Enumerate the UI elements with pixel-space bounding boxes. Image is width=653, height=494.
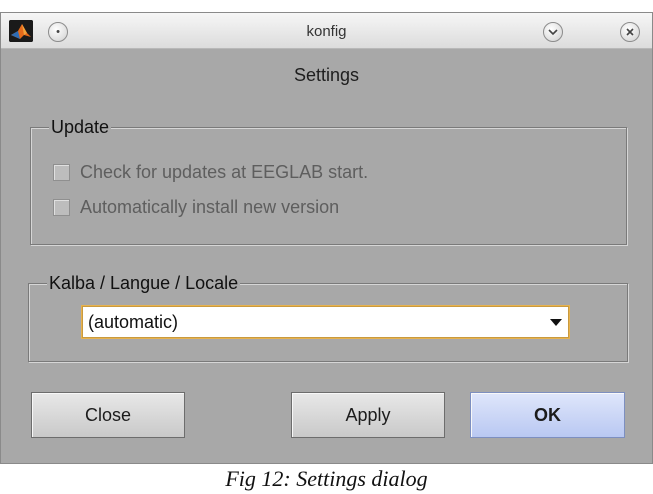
check-updates-label: Check for updates at EEGLAB start. xyxy=(80,162,369,182)
dialog-heading: Settings xyxy=(293,65,360,85)
close-window-button[interactable] xyxy=(620,22,640,42)
locale-select[interactable]: (automatic) xyxy=(82,306,569,338)
dropdown-arrow-icon xyxy=(550,319,562,326)
close-button[interactable]: Close xyxy=(31,392,185,438)
chevron-down-icon xyxy=(548,29,558,36)
auto-install-label: Automatically install new version xyxy=(80,197,340,217)
check-updates-option[interactable]: Check for updates at EEGLAB start. xyxy=(53,162,368,183)
figure-caption: Fig 12: Settings dialog xyxy=(225,466,428,491)
settings-window: • konfig Settings Update Check for updat… xyxy=(0,12,653,464)
locale-select-value: (automatic) xyxy=(88,311,179,332)
check-updates-checkbox[interactable] xyxy=(53,164,70,181)
minimize-button[interactable] xyxy=(543,22,563,42)
title-bar[interactable]: • konfig xyxy=(1,13,652,49)
update-group: Update Check for updates at EEGLAB start… xyxy=(30,116,627,245)
locale-group-legend: Kalba / Langue / Locale xyxy=(47,272,241,294)
close-icon xyxy=(626,28,634,36)
auto-install-checkbox[interactable] xyxy=(53,199,70,216)
auto-install-option[interactable]: Automatically install new version xyxy=(53,197,339,218)
apply-button[interactable]: Apply xyxy=(291,392,445,438)
ok-button[interactable]: OK xyxy=(470,392,625,438)
update-group-legend: Update xyxy=(49,116,112,138)
locale-group: Kalba / Langue / Locale (automatic) xyxy=(28,272,628,362)
